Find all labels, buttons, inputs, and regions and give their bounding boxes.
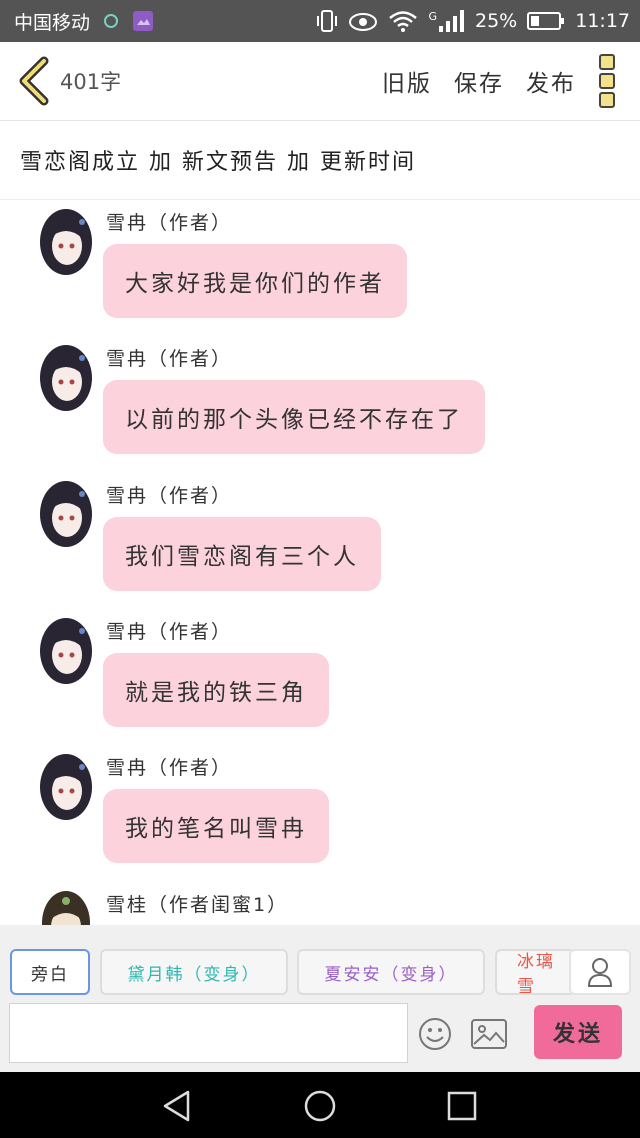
- message-bubble[interactable]: 就是我的铁三角: [103, 653, 329, 727]
- save-button[interactable]: 保存: [454, 64, 504, 98]
- story-title-bar[interactable]: 雪恋阁成立 加 新文预告 加 更新时间: [0, 121, 640, 200]
- app-bar: 401字 旧版 保存 发布: [0, 42, 640, 121]
- sender-name: 雪冉（作者）: [106, 485, 233, 507]
- add-role-button[interactable]: [569, 949, 631, 995]
- publish-button[interactable]: 发布: [526, 64, 576, 98]
- role-chip[interactable]: 冰璃雪: [495, 949, 575, 995]
- cell-signal-icon: [439, 10, 464, 32]
- avatar-icon[interactable]: [38, 753, 94, 823]
- word-count: 401字: [60, 70, 122, 94]
- chat-list[interactable]: 雪冉（作者） 大家好我是你们的作者 雪冉（作者） 以前的那个头像已经不存在了 雪…: [0, 200, 640, 925]
- old-version-button[interactable]: 旧版: [382, 64, 432, 98]
- composer-panel: 旁白 黛月韩（变身） 夏安安（变身） 冰璃雪 发送: [0, 925, 640, 1072]
- battery-percent: 25%: [475, 10, 518, 32]
- message-input[interactable]: [9, 1003, 408, 1063]
- menu-dot-icon: [599, 92, 615, 108]
- system-nav-bar: [0, 1072, 640, 1138]
- recents-nav-icon[interactable]: [445, 1089, 479, 1123]
- avatar-icon[interactable]: [38, 889, 94, 925]
- send-button[interactable]: 发送: [534, 1005, 622, 1059]
- battery-icon: [527, 12, 565, 30]
- home-nav-icon[interactable]: [303, 1089, 337, 1123]
- message-bubble[interactable]: 以前的那个头像已经不存在了: [103, 380, 485, 454]
- gallery-notification-icon: [133, 11, 154, 31]
- status-bar: 中国移动 G 25% 11:17: [0, 0, 640, 42]
- role-chip[interactable]: 黛月韩（变身）: [100, 949, 288, 995]
- message-bubble[interactable]: 我们雪恋阁有三个人: [103, 517, 381, 591]
- clock: 11:17: [575, 10, 630, 32]
- more-menu-button[interactable]: [594, 54, 620, 108]
- carrier-label: 中国移动: [14, 11, 91, 34]
- eye-comfort-icon: [349, 13, 378, 31]
- wifi-icon: [389, 11, 418, 32]
- menu-dot-icon: [599, 54, 615, 70]
- sender-name: 雪冉（作者）: [106, 212, 233, 234]
- avatar-icon[interactable]: [38, 208, 94, 278]
- avatar-icon[interactable]: [38, 480, 94, 550]
- user-icon: [587, 958, 613, 987]
- role-chip-narration[interactable]: 旁白: [10, 949, 90, 995]
- role-chip[interactable]: 夏安安（变身）: [297, 949, 485, 995]
- menu-dot-icon: [599, 73, 615, 89]
- sender-name: 雪桂（作者闺蜜1）: [106, 894, 289, 916]
- vibrate-icon: [317, 10, 338, 32]
- sender-name: 雪冉（作者）: [106, 757, 233, 779]
- back-chevron-icon[interactable]: [14, 56, 54, 106]
- network-type-label: G: [428, 10, 437, 23]
- notification-icon: [104, 14, 119, 28]
- avatar-icon[interactable]: [38, 617, 94, 687]
- sender-name: 雪冉（作者）: [106, 348, 233, 370]
- emoji-icon[interactable]: [418, 1017, 452, 1051]
- sender-name: 雪冉（作者）: [106, 621, 233, 643]
- avatar-icon[interactable]: [38, 344, 94, 414]
- story-title: 雪恋阁成立 加 新文预告 加 更新时间: [20, 150, 416, 175]
- image-icon[interactable]: [471, 1019, 507, 1049]
- message-bubble[interactable]: 我的笔名叫雪冉: [103, 789, 329, 863]
- message-bubble[interactable]: 大家好我是你们的作者: [103, 244, 407, 318]
- back-nav-icon[interactable]: [160, 1089, 194, 1123]
